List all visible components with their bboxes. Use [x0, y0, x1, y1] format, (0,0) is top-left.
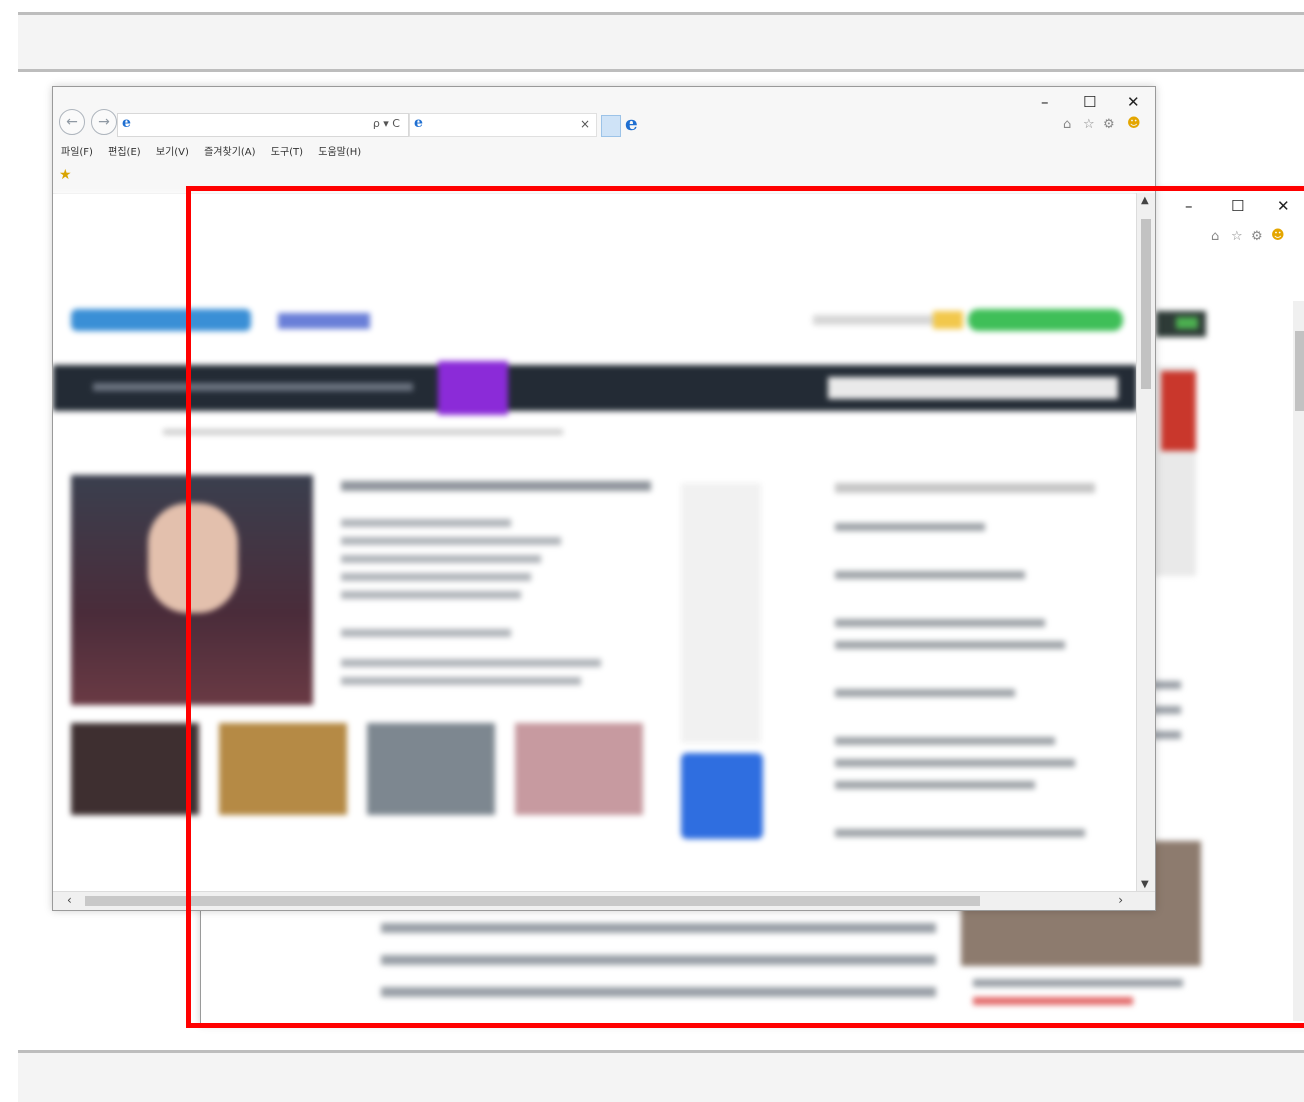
blue-button: [681, 753, 763, 839]
text-line: [341, 537, 561, 545]
foreground-browser-window: ← → e ρ ▾ C e × e 파일(F) 편집(E) 보기(V) 즐겨찾기…: [52, 86, 1156, 911]
text-line: [341, 573, 531, 581]
thumbnail-image: [71, 723, 199, 815]
vertical-scrollbar-thumb[interactable]: [1141, 219, 1151, 389]
ie-logo-icon: e: [625, 111, 638, 135]
vertical-scrollbar[interactable]: ▲ ▼: [1136, 193, 1155, 892]
list-item: [835, 737, 1055, 745]
scroll-up-arrow-icon[interactable]: ▲: [1141, 195, 1149, 206]
horizontal-scrollbar[interactable]: ‹ ›: [53, 891, 1155, 910]
list-item: [835, 759, 1075, 767]
tab-close-button[interactable]: ×: [580, 117, 590, 131]
menu-tools[interactable]: 도구(T): [271, 147, 303, 158]
bottom-band: [18, 1050, 1304, 1102]
menu-help[interactable]: 도움말(H): [318, 147, 361, 158]
text-line: [341, 659, 601, 667]
thumbnail-image: [367, 723, 495, 815]
top-band: [18, 12, 1304, 72]
text-line: [381, 955, 936, 965]
scroll-down-arrow-icon[interactable]: ▼: [1141, 879, 1149, 890]
text-line: [341, 591, 521, 599]
site-logo: [71, 309, 251, 331]
ie-logo-icon: e: [122, 115, 131, 131]
text-line: [341, 629, 511, 637]
browser-chrome: ← → e ρ ▾ C e × e 파일(F) 편집(E) 보기(V) 즐겨찾기…: [53, 87, 1155, 194]
site-logo-sub: [278, 313, 370, 329]
forward-button[interactable]: →: [91, 109, 117, 135]
menu-bar: 파일(F) 편집(E) 보기(V) 즐겨찾기(A) 도구(T) 도움말(H): [61, 143, 373, 158]
list-item: [835, 523, 985, 531]
text-line: [973, 979, 1183, 987]
settings-icon[interactable]: ⚙: [1103, 117, 1115, 132]
close-button[interactable]: ✕: [1277, 197, 1290, 215]
text-line: [381, 987, 936, 997]
text-line: [341, 677, 581, 685]
list-item: [835, 829, 1085, 837]
thumbnail-image: [515, 723, 643, 815]
menu-view[interactable]: 보기(V): [156, 147, 189, 158]
back-button[interactable]: ←: [59, 109, 85, 135]
page-image: [1161, 371, 1196, 451]
home-icon[interactable]: ⌂: [1063, 117, 1071, 132]
site-search-box: [828, 377, 1118, 399]
headline-text: [341, 481, 651, 491]
page-block: [1176, 317, 1198, 329]
favorites-star-icon[interactable]: ★: [59, 167, 72, 183]
sub-nav: [163, 429, 563, 435]
site-nav-active: [438, 361, 508, 415]
home-icon[interactable]: ⌂: [1211, 229, 1219, 244]
header-button: [968, 309, 1123, 331]
list-item: [835, 689, 1015, 697]
menu-favorites[interactable]: 즐겨찾기(A): [204, 147, 255, 158]
address-bar[interactable]: e ρ ▾ C: [117, 113, 409, 137]
list-item: [835, 571, 1025, 579]
list-item: [835, 641, 1065, 649]
star-icon[interactable]: ☆: [1231, 229, 1243, 244]
new-tab-button[interactable]: [601, 115, 621, 137]
maximize-button[interactable]: ☐: [1083, 93, 1096, 111]
list-item: [835, 781, 1035, 789]
star-icon[interactable]: ☆: [1083, 117, 1095, 132]
header-links: [813, 315, 943, 325]
menu-edit[interactable]: 편집(E): [108, 147, 141, 158]
scroll-left-arrow-icon[interactable]: ‹: [67, 893, 72, 907]
text-line: [973, 997, 1133, 1005]
ie-logo-icon: e: [414, 115, 423, 131]
list-item: [835, 619, 1045, 627]
search-refresh-controls[interactable]: ρ ▾ C: [373, 117, 400, 130]
web-page-content: [53, 193, 1137, 892]
menu-file[interactable]: 파일(F): [61, 147, 93, 158]
list-header: [835, 483, 1095, 493]
featured-image-face: [148, 503, 238, 613]
settings-icon[interactable]: ⚙: [1251, 229, 1263, 244]
minimize-button[interactable]: –: [1041, 93, 1049, 111]
minimize-button[interactable]: –: [1185, 197, 1193, 215]
browser-tab[interactable]: e ×: [409, 113, 597, 137]
scrollbar-thumb[interactable]: [1295, 331, 1304, 411]
header-badge: [933, 311, 963, 329]
close-button[interactable]: ✕: [1127, 93, 1140, 111]
maximize-button[interactable]: ☐: [1231, 197, 1244, 215]
thumbnail-image: [219, 723, 347, 815]
smiley-icon[interactable]: ☻: [1271, 228, 1285, 243]
side-panel: [681, 483, 761, 743]
horizontal-scrollbar-thumb[interactable]: [85, 896, 980, 906]
text-line: [381, 923, 936, 933]
text-line: [341, 555, 541, 563]
site-nav-labels: [93, 383, 413, 391]
scroll-right-arrow-icon[interactable]: ›: [1118, 893, 1123, 907]
text-line: [341, 519, 511, 527]
smiley-icon[interactable]: ☻: [1127, 116, 1141, 131]
